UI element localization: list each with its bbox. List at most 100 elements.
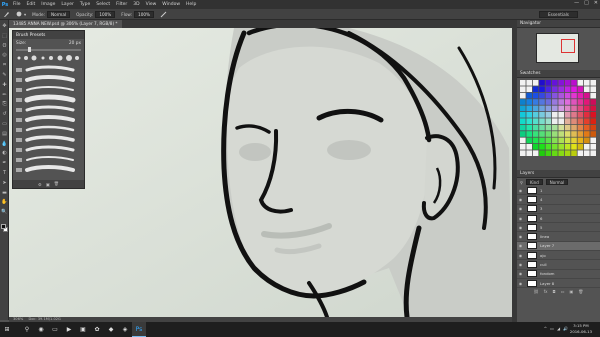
swatch-cell[interactable] (520, 99, 526, 105)
fx-icon[interactable]: fx (544, 289, 548, 294)
swatch-cell[interactable] (571, 124, 577, 131)
swatches-panel-title[interactable]: Swatches (517, 70, 600, 78)
search-icon[interactable]: ⚲ (20, 322, 34, 337)
stamp-icon[interactable]: ⎘ (0, 100, 9, 108)
swatch-cell[interactable] (564, 150, 571, 156)
folder-icon[interactable]: ▭ (561, 289, 565, 294)
swatch-cell[interactable] (564, 80, 571, 86)
swatch-cell[interactable] (520, 92, 526, 99)
swatch-cell[interactable] (526, 112, 532, 118)
app-logo[interactable]: Ps (0, 0, 10, 9)
brush-icon[interactable]: ✏ (0, 91, 9, 99)
swatch-cell[interactable] (590, 86, 596, 92)
swatch-cell[interactable] (552, 80, 558, 86)
document-tab[interactable]: 13485 ANNA NEW.psd @ 306% (Layer 7, RGB/… (9, 20, 122, 28)
swatch-cell[interactable] (526, 99, 532, 105)
minimize-icon[interactable]: — (574, 0, 579, 6)
swatch-cell[interactable] (577, 150, 584, 156)
store-icon[interactable]: ◈ (118, 322, 132, 337)
swatch-cell[interactable] (564, 86, 571, 92)
mode-select[interactable]: Normal (46, 10, 71, 18)
swatch-cell[interactable] (526, 92, 532, 99)
swatch-cell[interactable] (584, 92, 590, 99)
swatch-cell[interactable] (564, 144, 571, 150)
visibility-eye-icon[interactable]: ◉ (517, 281, 524, 286)
foreground-color-swatch[interactable] (1, 224, 6, 229)
swatch-cell[interactable] (584, 112, 590, 118)
swatch-cell[interactable] (532, 99, 539, 105)
swatch-cell[interactable] (558, 105, 564, 112)
brush-size-value[interactable]: 20 px (69, 41, 81, 46)
visibility-eye-icon[interactable]: ◉ (517, 253, 524, 258)
swatch-cell[interactable] (577, 86, 584, 92)
tray-expand-icon[interactable]: ^ (544, 326, 547, 331)
navigator-thumbnail[interactable] (536, 33, 579, 63)
swatch-cell[interactable] (577, 112, 584, 118)
swatch-cell[interactable] (520, 105, 526, 112)
layer-row[interactable]: ◉ linea (517, 232, 600, 242)
swatch-cell[interactable] (584, 99, 590, 105)
link-icon[interactable]: ⛓ (534, 289, 539, 294)
swatch-cell[interactable] (532, 131, 539, 137)
folder-icon[interactable]: ▣ (76, 322, 90, 337)
visibility-eye-icon[interactable]: ◉ (517, 197, 524, 202)
swatch-cell[interactable] (558, 124, 564, 131)
visibility-eye-icon[interactable]: ◉ (517, 216, 524, 221)
visibility-eye-icon[interactable]: ◉ (517, 234, 524, 239)
swatch-cell[interactable] (552, 86, 558, 92)
swatch-cell[interactable] (539, 99, 545, 105)
swatch-cell[interactable] (539, 144, 545, 150)
swatch-cell[interactable] (526, 105, 532, 112)
visibility-eye-icon[interactable]: ◉ (517, 243, 524, 248)
swatch-cell[interactable] (577, 137, 584, 144)
swatch-cell[interactable] (545, 150, 552, 156)
marquee-icon[interactable]: ⬚ (0, 32, 9, 40)
layer-row[interactable]: ◉ 3 (517, 205, 600, 214)
swatch-cell[interactable] (571, 92, 577, 99)
swatch-cell[interactable] (584, 86, 590, 92)
swatch-cell[interactable] (539, 150, 545, 156)
swatch-cell[interactable] (577, 105, 584, 112)
flow-field[interactable]: 100% (134, 10, 155, 18)
swatch-cell[interactable] (577, 131, 584, 137)
swatch-cell[interactable] (558, 99, 564, 105)
swatch-cell[interactable] (552, 112, 558, 118)
swatch-cell[interactable] (558, 144, 564, 150)
layers-blend-select[interactable]: Normal (545, 179, 569, 185)
menu-3d[interactable]: 3D (130, 2, 142, 7)
swatch-cell[interactable] (532, 144, 539, 150)
swatch-cell[interactable] (526, 137, 532, 144)
swatch-cell[interactable] (590, 137, 596, 144)
windows-icon[interactable]: ⊞ (0, 322, 14, 337)
history-brush-icon[interactable]: ↺ (0, 110, 9, 118)
eraser-icon[interactable]: ▭ (0, 120, 9, 128)
swatch-cell[interactable] (532, 150, 539, 156)
clock[interactable]: 3:15 PM 2016-06-13 (570, 323, 592, 335)
swatch-cell[interactable] (571, 131, 577, 137)
swatch-cell[interactable] (520, 124, 526, 131)
menu-help[interactable]: Help (183, 2, 199, 7)
layer-row[interactable]: ◉ 6 (517, 214, 600, 224)
menu-window[interactable]: Window (159, 2, 183, 7)
layer-row[interactable]: ◉ ojo (517, 251, 600, 261)
swatch-cell[interactable] (520, 112, 526, 118)
hand-icon[interactable]: ✋ (0, 198, 9, 206)
swatch-cell[interactable] (532, 124, 539, 131)
app-icon[interactable]: ◆ (104, 322, 118, 337)
swatch-cell[interactable] (584, 144, 590, 150)
swatch-cell[interactable] (539, 92, 545, 99)
swatch-cell[interactable] (526, 150, 532, 156)
swatch-cell[interactable] (520, 118, 526, 124)
swatch-cell[interactable] (520, 131, 526, 137)
swatch-cell[interactable] (545, 124, 552, 131)
menu-image[interactable]: Image (38, 2, 58, 7)
type-icon[interactable]: T (0, 169, 9, 177)
layers-panel-title[interactable]: Layers (517, 170, 600, 178)
swatch-cell[interactable] (571, 80, 577, 86)
swatch-cell[interactable] (526, 80, 532, 86)
swatch-cell[interactable] (558, 131, 564, 137)
lasso-icon[interactable]: ʘ (0, 42, 9, 50)
swatch-cell[interactable] (552, 92, 558, 99)
brush-tool-preset[interactable] (3, 11, 10, 18)
swatch-cell[interactable] (545, 144, 552, 150)
